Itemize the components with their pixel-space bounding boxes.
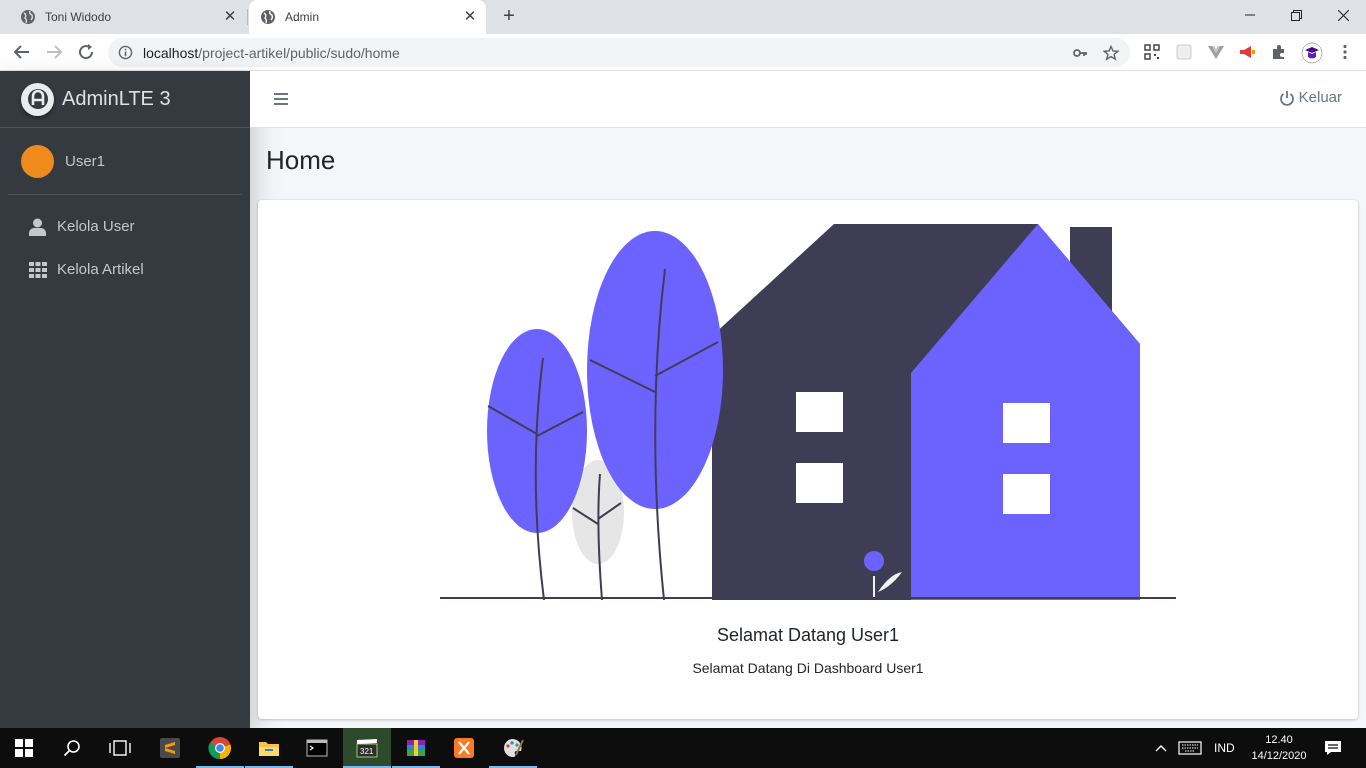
adminlte-logo-icon: [27, 89, 48, 109]
page-title: Home: [266, 145, 336, 175]
tab-title: Toni Widodo: [45, 10, 112, 24]
taskbar-file-explorer[interactable]: [245, 728, 293, 768]
keyboard-icon: [1178, 741, 1202, 755]
vue-extension-icon[interactable]: [1207, 43, 1225, 61]
qr-extension-icon[interactable]: [1143, 43, 1161, 61]
svg-text:321: 321: [360, 747, 374, 756]
adminlte-logo: [21, 82, 54, 116]
user-name: User1: [65, 152, 106, 170]
taskbar-terminal[interactable]: [293, 728, 341, 768]
start-button[interactable]: [0, 728, 48, 768]
show-hidden-icons-button[interactable]: [1154, 728, 1168, 768]
browser-tab-admin[interactable]: Admin ✕: [249, 0, 486, 34]
globe-icon: [21, 10, 35, 24]
input-language[interactable]: IND: [1214, 728, 1235, 768]
house-illustration: [440, 224, 1176, 600]
minimize-icon: [1245, 14, 1255, 16]
clapperboard-icon: 321: [356, 739, 378, 758]
clock-time: 12.40: [1265, 734, 1293, 746]
user-icon: [28, 217, 47, 236]
star-icon[interactable]: [1103, 45, 1119, 61]
chrome-menu-icon[interactable]: [1336, 43, 1354, 61]
xampp-icon: [454, 738, 474, 758]
url-host: localhost: [143, 45, 199, 61]
close-tab-icon[interactable]: ✕: [462, 9, 478, 25]
back-arrow-icon[interactable]: [12, 42, 32, 62]
avatar: [21, 144, 54, 178]
windows-logo-icon: [15, 739, 33, 757]
minimize-button[interactable]: [1227, 0, 1273, 30]
profile-avatar-icon[interactable]: [1301, 42, 1323, 64]
welcome-card: Selamat Datang User1 Selamat Datang Di D…: [258, 200, 1358, 719]
folder-icon: [259, 742, 279, 756]
info-icon[interactable]: [118, 45, 133, 60]
sidebar-item-kelola-user[interactable]: Kelola User: [0, 205, 250, 248]
main-header: Keluar: [250, 71, 1366, 128]
search-icon: [63, 740, 80, 757]
sidebar-item-kelola-artikel[interactable]: Kelola Artikel: [0, 248, 250, 291]
url-text: localhost/project-artikel/public/sudo/ho…: [143, 45, 400, 61]
browser-toolbar: localhost/project-artikel/public/sudo/ho…: [0, 34, 1366, 71]
forward-arrow-icon[interactable]: [44, 42, 64, 62]
globe-icon: [261, 10, 275, 24]
blank-extension-icon[interactable]: [1175, 43, 1193, 61]
url-path: /project-artikel/public/sudo/home: [198, 45, 400, 61]
taskbar-sublime-text[interactable]: [146, 728, 194, 768]
sublime-text-icon: [160, 738, 180, 758]
taskbar-paint[interactable]: [489, 728, 537, 768]
hamburger-menu-icon[interactable]: [273, 91, 289, 107]
brand-link[interactable]: AdminLTE 3: [0, 71, 250, 128]
chrome-icon: [208, 737, 232, 760]
address-bar[interactable]: localhost/project-artikel/public/sudo/ho…: [108, 38, 1130, 67]
welcome-title: Selamat Datang User1: [716, 625, 900, 645]
megaphone-extension-icon[interactable]: [1238, 43, 1256, 61]
action-center-button[interactable]: [1324, 728, 1342, 768]
sidebar-item-label: Kelola User: [57, 218, 135, 235]
clock-date: 14/12/2020: [1251, 750, 1307, 762]
browser-tab-toni-widodo[interactable]: Toni Widodo ✕: [0, 0, 246, 34]
terminal-icon: [306, 739, 328, 757]
taskbar-media-player[interactable]: 321: [343, 728, 391, 768]
taskbar-winrar[interactable]: [392, 728, 440, 768]
puzzle-extensions-icon[interactable]: [1270, 43, 1288, 61]
new-tab-button[interactable]: +: [498, 5, 520, 27]
brand-text: AdminLTE 3: [62, 87, 171, 110]
chevron-up-icon: [1155, 745, 1167, 752]
paint-palette-icon: [504, 739, 524, 757]
browser-tab-strip: Toni Widodo ✕ Admin ✕ +: [0, 0, 1366, 34]
logout-button[interactable]: Keluar: [1279, 89, 1342, 106]
reload-icon[interactable]: [76, 42, 96, 62]
sidebar-nav: Kelola User Kelola Artikel: [0, 205, 250, 291]
windows-taskbar: 321 IND 12.40 14/12/2020: [0, 728, 1366, 768]
close-icon: [1337, 9, 1349, 21]
close-tab-icon[interactable]: ✕: [222, 9, 238, 25]
task-view-button[interactable]: [96, 728, 144, 768]
restore-button[interactable]: [1273, 0, 1319, 30]
power-icon: [1279, 90, 1294, 106]
task-view-icon: [109, 740, 131, 756]
main-sidebar: AdminLTE 3 User1 Kelola User Kelola Arti…: [0, 71, 250, 728]
touch-keyboard-button[interactable]: [1178, 728, 1202, 768]
logout-label: Keluar: [1298, 89, 1342, 106]
winrar-icon: [407, 740, 425, 756]
tab-divider: [247, 9, 248, 25]
tab-title: Admin: [285, 10, 320, 24]
user-panel[interactable]: User1: [8, 128, 242, 195]
search-button[interactable]: [48, 728, 96, 768]
welcome-subtitle: Selamat Datang Di Dashboard User1: [692, 660, 924, 676]
restore-icon: [1290, 9, 1302, 21]
sidebar-item-label: Kelola Artikel: [57, 261, 144, 278]
taskbar-chrome[interactable]: [196, 728, 244, 768]
grid-icon: [28, 260, 47, 279]
taskbar-xampp[interactable]: [440, 728, 488, 768]
system-clock[interactable]: 12.40 14/12/2020: [1244, 732, 1314, 764]
close-window-button[interactable]: [1320, 0, 1366, 30]
key-icon[interactable]: [1072, 45, 1088, 61]
notification-icon: [1325, 741, 1341, 755]
